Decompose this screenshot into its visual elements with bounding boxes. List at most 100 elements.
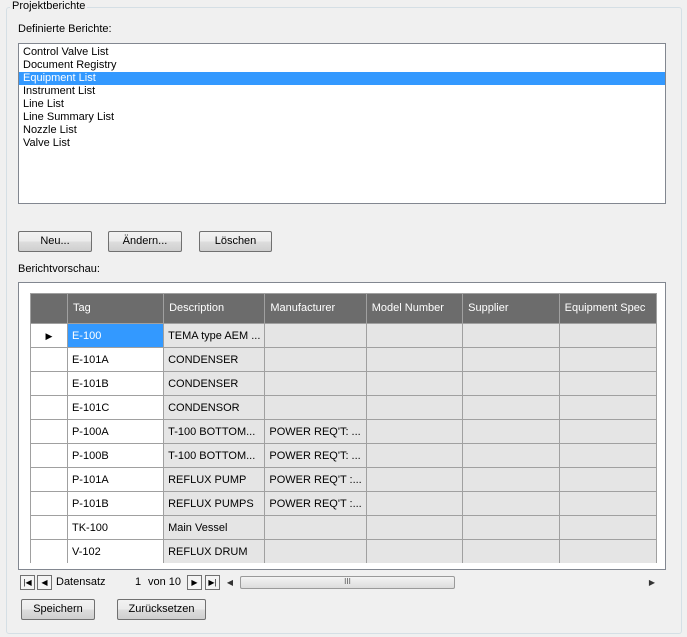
first-record-icon[interactable]: |◀ (20, 575, 35, 590)
table-cell-equipment-spec[interactable] (558, 467, 657, 492)
report-preview-grid[interactable]: Tag Description Manufacturer Model Numbe… (30, 293, 657, 563)
column-header-supplier[interactable]: Supplier (462, 293, 560, 324)
table-cell-model-number[interactable] (365, 347, 464, 372)
row-header-cell[interactable] (30, 515, 68, 540)
reports-listbox[interactable]: Control Valve List Document Registry Equ… (18, 43, 666, 204)
table-cell-model-number[interactable] (365, 467, 464, 492)
report-item-document-registry[interactable]: Document Registry (19, 59, 665, 72)
table-cell-description[interactable]: TEMA type AEM ... (163, 323, 266, 348)
row-header-cell[interactable] (30, 443, 68, 468)
table-row[interactable]: ▶ E-100 TEMA type AEM ... (30, 323, 657, 348)
table-cell-supplier[interactable] (462, 419, 560, 444)
table-row[interactable]: P-100A T-100 BOTTOM... POWER REQ'T: ... (30, 419, 657, 444)
next-record-icon[interactable]: ▶ (187, 575, 202, 590)
report-item-line-summary-list[interactable]: Line Summary List (19, 111, 665, 124)
horizontal-scrollbar[interactable]: ◀ III ▶ (224, 575, 658, 590)
row-header-cell[interactable] (30, 491, 68, 516)
table-cell-model-number[interactable] (365, 515, 464, 540)
table-cell-manufacturer[interactable] (264, 395, 367, 420)
edit-button[interactable]: Ändern... (108, 231, 182, 252)
report-item-line-list[interactable]: Line List (19, 98, 665, 111)
previous-record-icon[interactable]: ◀ (37, 575, 52, 590)
column-header-model-number[interactable]: Model Number (365, 293, 464, 324)
scroll-right-icon[interactable]: ▶ (646, 577, 658, 589)
table-cell-model-number[interactable] (365, 419, 464, 444)
table-cell-tag[interactable]: P-100B (66, 443, 165, 468)
table-cell-tag[interactable]: P-101A (66, 467, 165, 492)
table-cell-tag[interactable]: TK-100 (66, 515, 165, 540)
report-item-valve-list[interactable]: Valve List (19, 137, 665, 150)
table-cell-model-number[interactable] (365, 443, 464, 468)
table-cell-description[interactable]: CONDENSOR (163, 395, 266, 420)
table-cell-description[interactable]: REFLUX PUMPS (163, 491, 266, 516)
table-cell-manufacturer[interactable] (264, 515, 367, 540)
table-cell-tag[interactable]: E-101A (66, 347, 165, 372)
report-item-control-valve-list[interactable]: Control Valve List (19, 46, 665, 59)
table-cell-manufacturer[interactable] (264, 539, 367, 563)
table-row[interactable]: V-102 REFLUX DRUM (30, 539, 657, 563)
table-cell-equipment-spec[interactable] (558, 347, 657, 372)
table-cell-supplier[interactable] (462, 347, 560, 372)
table-cell-manufacturer[interactable] (264, 371, 367, 396)
column-header-tag[interactable]: Tag (66, 293, 165, 324)
table-cell-supplier[interactable] (462, 323, 560, 348)
table-cell-tag[interactable]: P-101B (66, 491, 165, 516)
column-header-equipment-spec[interactable]: Equipment Spec (558, 293, 657, 324)
table-cell-equipment-spec[interactable] (558, 323, 657, 348)
table-row[interactable]: E-101C CONDENSOR (30, 395, 657, 420)
scroll-left-icon[interactable]: ◀ (224, 577, 236, 589)
row-header-cell[interactable] (30, 371, 68, 396)
table-cell-equipment-spec[interactable] (558, 395, 657, 420)
table-cell-description[interactable]: REFLUX DRUM (163, 539, 266, 563)
delete-button[interactable]: Löschen (199, 231, 272, 252)
table-row[interactable]: E-101B CONDENSER (30, 371, 657, 396)
row-header-cell[interactable] (30, 467, 68, 492)
new-button[interactable]: Neu... (18, 231, 92, 252)
table-cell-equipment-spec[interactable] (558, 419, 657, 444)
table-row[interactable]: E-101A CONDENSER (30, 347, 657, 372)
table-cell-manufacturer[interactable]: POWER REQ'T :... (264, 491, 367, 516)
table-cell-supplier[interactable] (462, 491, 560, 516)
table-cell-supplier[interactable] (462, 539, 560, 563)
table-row[interactable]: P-100B T-100 BOTTOM... POWER REQ'T: ... (30, 443, 657, 468)
table-cell-tag[interactable]: E-101C (66, 395, 165, 420)
last-record-icon[interactable]: ▶| (205, 575, 220, 590)
table-cell-model-number[interactable] (365, 371, 464, 396)
table-row[interactable]: P-101A REFLUX PUMP POWER REQ'T :... (30, 467, 657, 492)
table-row[interactable]: TK-100 Main Vessel (30, 515, 657, 540)
table-cell-manufacturer[interactable]: POWER REQ'T :... (264, 467, 367, 492)
table-cell-supplier[interactable] (462, 515, 560, 540)
table-cell-description[interactable]: Main Vessel (163, 515, 266, 540)
table-cell-description[interactable]: CONDENSER (163, 347, 266, 372)
column-header-manufacturer[interactable]: Manufacturer (264, 293, 367, 324)
row-header-cell[interactable] (30, 395, 68, 420)
current-record-value[interactable]: 1 (135, 576, 141, 588)
table-cell-model-number[interactable] (365, 323, 464, 348)
report-item-instrument-list[interactable]: Instrument List (19, 85, 665, 98)
table-cell-model-number[interactable] (365, 491, 464, 516)
row-header-cell[interactable] (30, 539, 68, 563)
table-cell-equipment-spec[interactable] (558, 371, 657, 396)
table-cell-equipment-spec[interactable] (558, 515, 657, 540)
reset-button[interactable]: Zurücksetzen (117, 599, 206, 620)
table-cell-tag[interactable]: V-102 (66, 539, 165, 563)
row-header-cell[interactable] (30, 347, 68, 372)
table-cell-supplier[interactable] (462, 467, 560, 492)
table-cell-manufacturer[interactable] (264, 323, 367, 348)
table-cell-tag[interactable]: E-101B (66, 371, 165, 396)
save-button[interactable]: Speichern (21, 599, 95, 620)
table-cell-model-number[interactable] (365, 395, 464, 420)
table-cell-supplier[interactable] (462, 395, 560, 420)
table-cell-supplier[interactable] (462, 443, 560, 468)
table-cell-equipment-spec[interactable] (558, 539, 657, 563)
column-header-description[interactable]: Description (163, 293, 266, 324)
table-cell-equipment-spec[interactable] (558, 491, 657, 516)
table-cell-tag[interactable]: E-100 (66, 323, 165, 348)
table-cell-description[interactable]: T-100 BOTTOM... (163, 419, 266, 444)
table-cell-description[interactable]: REFLUX PUMP (163, 467, 266, 492)
table-cell-description[interactable]: T-100 BOTTOM... (163, 443, 266, 468)
report-item-equipment-list[interactable]: Equipment List (19, 72, 665, 85)
row-header-cell[interactable]: ▶ (30, 323, 68, 348)
table-cell-description[interactable]: CONDENSER (163, 371, 266, 396)
table-cell-manufacturer[interactable]: POWER REQ'T: ... (264, 419, 367, 444)
